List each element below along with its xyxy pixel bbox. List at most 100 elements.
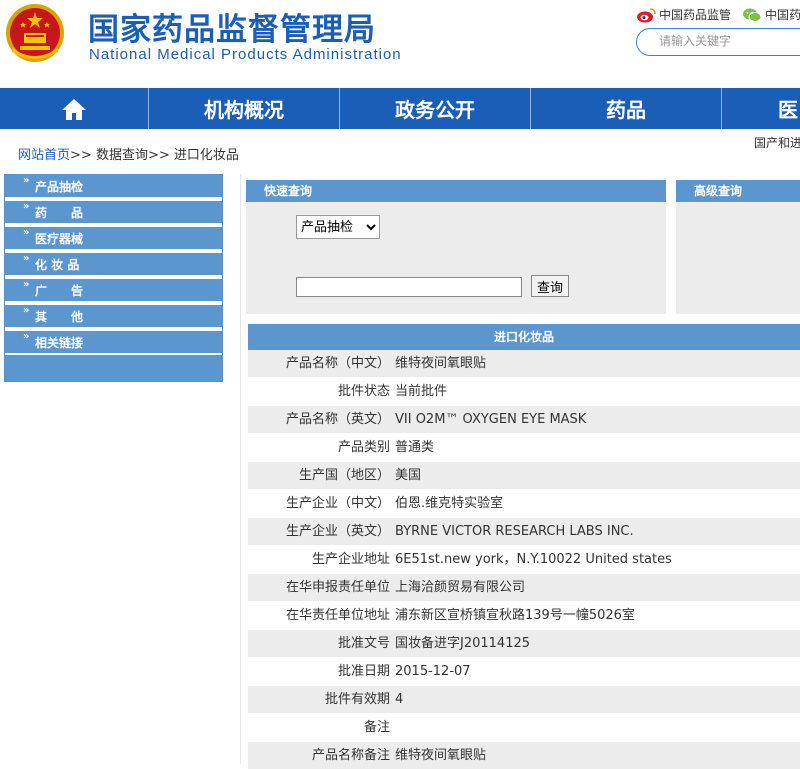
row-label: 批准日期 [337, 664, 390, 679]
row-label: 批件有效期 [324, 692, 390, 707]
query-button[interactable]: 查询 [531, 275, 569, 297]
sidebar-item-label: 相关链接 [35, 336, 84, 350]
row-value: 维特夜间氧眼贴 [395, 748, 487, 763]
double-arrow-icon: » [23, 331, 30, 342]
site-subtitle: National Medical Products Administration [89, 46, 402, 63]
sidebar-footer-bar [5, 355, 222, 381]
advanced-query-panel [676, 202, 800, 314]
row-label: 生产企业（中文） [285, 496, 390, 511]
table-row: 批准日期 2015-12-07 [248, 658, 800, 685]
nav-item-label: 药品 [606, 98, 646, 122]
nav-item-drugs[interactable]: 药品 [531, 88, 722, 129]
row-label: 生产国（地区） [298, 468, 390, 483]
sidebar-item-label: 产品抽检 [35, 180, 84, 194]
sidebar-item-other[interactable]: » 其 他 [5, 305, 222, 329]
row-label: 批准文号 [337, 636, 390, 651]
row-value: 伯恩.维克特实验室 [395, 496, 504, 511]
result-table-header: 进口化妆品 [248, 324, 800, 350]
nav-item-organization[interactable]: 机构概况 [149, 88, 340, 129]
row-value: 上海洽颜贸易有限公司 [395, 580, 526, 595]
quick-query-header: 快速查询 [246, 180, 666, 202]
row-label: 产品类别 [337, 440, 390, 455]
result-table-title: 进口化妆品 [493, 330, 554, 344]
home-icon [62, 98, 86, 120]
sidebar: » 产品抽检 » 药 品 » 医疗器械 » 化 妆 品 » 广 告 » 其 他 » 相关链接 [4, 174, 223, 382]
national-emblem-icon [6, 4, 64, 62]
table-row: 在华申报责任单位 上海洽颜贸易有限公司 [248, 574, 800, 601]
table-row: 产品名称（英文） VII O2M™ OXYGEN EYE MASK [248, 406, 800, 433]
advanced-query-header[interactable]: 高级查询 [676, 180, 800, 202]
table-row: 批件有效期 4 [248, 686, 800, 713]
double-arrow-icon: » [23, 227, 30, 238]
row-value: 维特夜间氧眼贴 [395, 356, 487, 371]
sidebar-item-related-links[interactable]: » 相关链接 [5, 331, 222, 355]
double-arrow-icon: » [23, 175, 30, 186]
table-row: 在华责任单位地址 浦东新区宣桥镇宣秋路139号一幢5026室 [248, 602, 800, 629]
category-select[interactable]: 产品抽检 [296, 215, 380, 239]
double-arrow-icon: » [23, 305, 30, 316]
sidebar-item-cosmetics[interactable]: » 化 妆 品 [5, 253, 222, 277]
row-label: 产品名称（英文） [285, 412, 390, 427]
weibo-icon [637, 7, 656, 22]
sidebar-item-advertising[interactable]: » 广 告 [5, 279, 222, 303]
main-nav: 机构概况 政务公开 药品 医 [0, 88, 800, 129]
weibo-link[interactable]: 中国药品监管 [636, 6, 731, 23]
column-divider [240, 174, 241, 764]
row-value: 当前批件 [395, 384, 448, 399]
row-value: VII O2M™ OXYGEN EYE MASK [395, 412, 587, 427]
sidebar-item-label: 广 告 [35, 284, 84, 298]
site-title: 国家药品监督管理局 [88, 12, 376, 48]
table-row: 产品类别 普通类 [248, 434, 800, 461]
row-value: 普通类 [395, 440, 435, 455]
breadcrumb: 网站首页>> 数据查询>> 进口化妆品 [18, 144, 239, 163]
sidebar-item-label: 医疗器械 [35, 232, 84, 246]
breadcrumb-current: 进口化妆品 [173, 148, 239, 163]
site-search-box [636, 28, 800, 56]
row-value: 2015-12-07 [395, 664, 471, 679]
site-header: 国家药品监督管理局 National Medical Products Admi… [0, 0, 800, 86]
table-row: 批准文号 国妆备进字J20114125 [248, 630, 800, 657]
row-value: 6E51st.new york，N.Y.10022 United states [395, 552, 672, 567]
advanced-query-title: 高级查询 [694, 184, 743, 198]
sidebar-item-medical-devices[interactable]: » 医疗器械 [5, 227, 222, 251]
double-arrow-icon: » [23, 279, 30, 290]
row-value: 美国 [395, 468, 422, 483]
nav-item-medical[interactable]: 医 [722, 88, 800, 129]
row-label: 产品名称备注 [311, 748, 390, 763]
row-label: 产品名称（中文） [285, 356, 390, 371]
sidebar-item-label: 药 品 [35, 206, 84, 220]
sidebar-item-label: 化 妆 品 [35, 258, 80, 272]
table-row: 产品名称备注 维特夜间氧眼贴 [248, 742, 800, 769]
breadcrumb-separator: >> [147, 148, 170, 163]
double-arrow-icon: » [23, 253, 30, 264]
nav-item-label: 政务公开 [395, 98, 475, 122]
table-row: 备注 [248, 714, 800, 741]
table-row: 产品名称（中文） 维特夜间氧眼贴 [248, 350, 800, 377]
table-row: 生产企业地址 6E51st.new york，N.Y.10022 United s… [248, 546, 800, 573]
site-search-input[interactable] [659, 34, 799, 48]
nav-item-public-affairs[interactable]: 政务公开 [340, 88, 531, 129]
row-label: 生产企业地址 [311, 552, 390, 567]
row-value: 4 [395, 692, 404, 707]
sidebar-item-product-sampling[interactable]: » 产品抽检 [5, 175, 222, 199]
keyword-input[interactable] [296, 277, 522, 297]
sidebar-item-label: 其 他 [35, 310, 84, 324]
row-label: 在华申报责任单位 [285, 580, 390, 595]
row-label: 在华责任单位地址 [285, 608, 390, 623]
breadcrumb-separator: >> [70, 148, 92, 163]
row-label: 批件状态 [337, 384, 390, 399]
wechat-label: 中国药 [765, 8, 800, 22]
top-right-note: 国产和进 [754, 136, 800, 150]
nav-home[interactable] [0, 88, 149, 129]
wechat-icon [743, 8, 762, 22]
row-value: 浦东新区宣桥镇宣秋路139号一幢5026室 [395, 608, 635, 623]
row-label: 生产企业（英文） [285, 524, 390, 539]
table-row: 生产国（地区） 美国 [248, 462, 800, 489]
row-label: 备注 [363, 720, 390, 735]
nav-item-label: 机构概况 [204, 98, 284, 122]
sidebar-item-drugs[interactable]: » 药 品 [5, 201, 222, 225]
weibo-label: 中国药品监管 [659, 8, 732, 22]
row-value: 国妆备进字J20114125 [395, 636, 531, 651]
breadcrumb-home-link[interactable]: 网站首页 [18, 148, 70, 163]
wechat-link[interactable]: 中国药 [742, 6, 800, 23]
